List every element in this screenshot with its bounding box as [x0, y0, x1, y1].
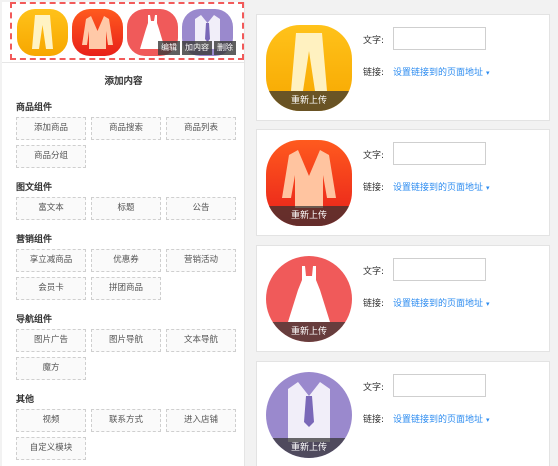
pants-icon: 重新上传 — [266, 25, 352, 111]
edit-button[interactable]: 编辑 — [158, 41, 180, 55]
divider — [2, 62, 244, 63]
group-title-other: 其他 — [16, 395, 35, 405]
group-title-navigation: 导航组件 — [16, 315, 53, 325]
component-button[interactable]: 商品列表 — [166, 117, 236, 140]
link-dropdown[interactable]: 设置链接到的页面地址 ▾ — [393, 180, 490, 193]
text-label: 文字: — [363, 383, 385, 393]
component-button[interactable]: 图片导航 — [91, 329, 161, 352]
nav-item-card: 重新上传 文字: 链接: 设置链接到的页面地址 ▾ — [256, 361, 550, 466]
text-label: 文字: — [363, 151, 385, 161]
link-label: 链接: — [363, 415, 385, 425]
link-dropdown-text: 设置链接到的页面地址 — [393, 183, 484, 193]
shirt-icon: 重新上传 — [266, 372, 352, 458]
group-title-goods: 商品组件 — [16, 103, 53, 113]
left-panel: 编辑 加内容 删除 添加内容 商品组件 添加商品 商品搜索 商品列表 商品分组 … — [2, 2, 245, 466]
component-button[interactable]: 享立减商品 — [16, 249, 86, 272]
text-input[interactable] — [393, 142, 486, 165]
component-button[interactable]: 视频 — [16, 409, 86, 432]
component-button[interactable]: 营销活动 — [166, 249, 236, 272]
link-label: 链接: — [363, 299, 385, 309]
chevron-down-icon: ▾ — [486, 184, 490, 192]
text-input[interactable] — [393, 27, 486, 50]
component-button[interactable]: 标题 — [91, 197, 161, 220]
component-button[interactable]: 文本导航 — [166, 329, 236, 352]
reupload-button[interactable]: 重新上传 — [266, 206, 352, 226]
jacket-icon[interactable] — [72, 9, 123, 56]
editor-panel: 重新上传 文字: 链接: 设置链接到的页面地址 ▾ 重新上传 文字: 链接: 设置… — [249, 0, 558, 466]
chevron-down-icon: ▾ — [486, 69, 490, 77]
link-dropdown-text: 设置链接到的页面地址 — [393, 299, 484, 309]
jacket-icon: 重新上传 — [266, 140, 352, 226]
add-content-button[interactable]: 加内容 — [182, 41, 212, 55]
component-button[interactable]: 商品搜索 — [91, 117, 161, 140]
dress-icon: 重新上传 — [266, 256, 352, 342]
component-button[interactable]: 图片广告 — [16, 329, 86, 352]
component-button[interactable]: 优惠券 — [91, 249, 161, 272]
component-button[interactable]: 联系方式 — [91, 409, 161, 432]
component-button[interactable]: 会员卡 — [16, 277, 86, 300]
link-dropdown[interactable]: 设置链接到的页面地址 ▾ — [393, 65, 490, 78]
link-label: 链接: — [363, 183, 385, 193]
preview-actions: 编辑 加内容 删除 — [156, 41, 236, 55]
link-label: 链接: — [363, 68, 385, 78]
component-button[interactable]: 富文本 — [16, 197, 86, 220]
group-title-marketing: 营销组件 — [16, 235, 53, 245]
link-dropdown[interactable]: 设置链接到的页面地址 ▾ — [393, 412, 490, 425]
chevron-down-icon: ▾ — [486, 300, 490, 308]
chevron-down-icon: ▾ — [486, 416, 490, 424]
nav-item-card: 重新上传 文字: 链接: 设置链接到的页面地址 ▾ — [256, 14, 550, 121]
text-label: 文字: — [363, 267, 385, 277]
component-button[interactable]: 进入店铺 — [166, 409, 236, 432]
link-dropdown-text: 设置链接到的页面地址 — [393, 68, 484, 78]
component-button[interactable]: 拼团商品 — [91, 277, 161, 300]
text-input[interactable] — [393, 374, 486, 397]
group-title-graphic: 图文组件 — [16, 183, 53, 193]
text-label: 文字: — [363, 36, 385, 46]
text-input[interactable] — [393, 258, 486, 281]
component-button[interactable]: 商品分组 — [16, 145, 86, 168]
page-root: 编辑 加内容 删除 添加内容 商品组件 添加商品 商品搜索 商品列表 商品分组 … — [0, 0, 558, 466]
component-button[interactable]: 自定义模块 — [16, 437, 86, 460]
nav-item-card: 重新上传 文字: 链接: 设置链接到的页面地址 ▾ — [256, 245, 550, 352]
add-content-title: 添加内容 — [104, 76, 143, 87]
reupload-button[interactable]: 重新上传 — [266, 91, 352, 111]
component-button[interactable]: 公告 — [166, 197, 236, 220]
image-nav-preview[interactable]: 编辑 加内容 删除 — [10, 2, 244, 60]
reupload-button[interactable]: 重新上传 — [266, 438, 352, 458]
link-dropdown-text: 设置链接到的页面地址 — [393, 415, 484, 425]
delete-button[interactable]: 删除 — [214, 41, 236, 55]
reupload-button[interactable]: 重新上传 — [266, 322, 352, 342]
component-button[interactable]: 添加商品 — [16, 117, 86, 140]
component-button[interactable]: 魔方 — [16, 357, 86, 380]
pants-icon[interactable] — [17, 9, 68, 56]
nav-item-card: 重新上传 文字: 链接: 设置链接到的页面地址 ▾ — [256, 129, 550, 236]
link-dropdown[interactable]: 设置链接到的页面地址 ▾ — [393, 296, 490, 309]
